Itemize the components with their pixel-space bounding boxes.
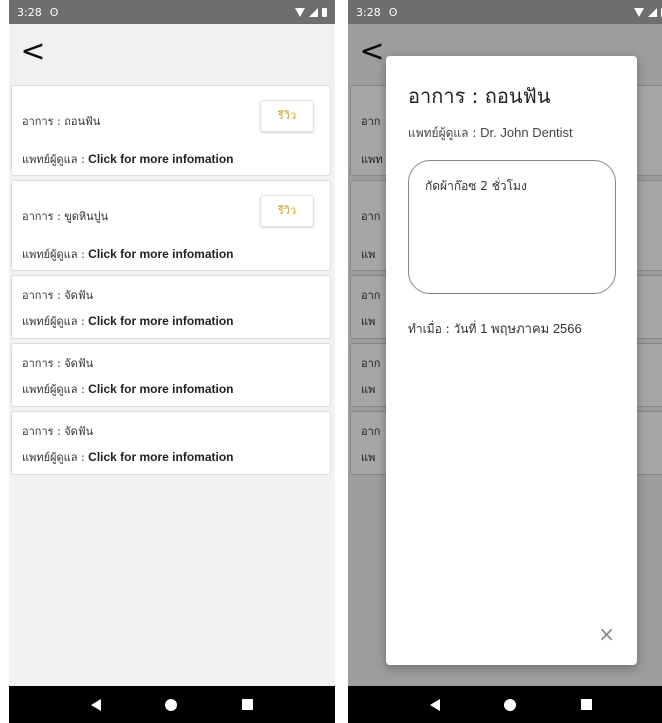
treatment-list: อาการ : ถอนฟัน รีวิว แพทย์ผู้ดูแล : Clic… (11, 85, 331, 479)
doctor-label: แพทย์ผู้ดูแล : (408, 126, 481, 140)
date-label: ทำเมื่อ : วันที่ (408, 322, 481, 336)
dialog-doctor: แพทย์ผู้ดูแล : Dr. John Dentist (408, 124, 573, 143)
treatment-card[interactable]: อาการ : ขูดหินปูน รีวิว แพทย์ผู้ดูแล : C… (11, 180, 331, 271)
symptom-text: อาการ : จัดฟัน (22, 425, 94, 438)
doctor-link[interactable]: Click for more infomation (88, 382, 233, 396)
symptom-text: อาการ : จัดฟัน (22, 357, 94, 370)
review-button[interactable]: รีวิว (260, 195, 314, 227)
sim-icon: ʘ (49, 5, 59, 19)
sim-icon: ʘ (388, 5, 398, 19)
doctor-label: แพทย์ผู้ดูแล : (22, 383, 89, 396)
wifi-icon (295, 7, 305, 17)
treatment-card[interactable]: อาการ : จัดฟัน แพทย์ผู้ดูแล : Click for … (11, 343, 331, 407)
nav-back-icon[interactable] (91, 698, 102, 711)
doctor-label: แพทย์ผู้ดูแล : (22, 153, 89, 166)
app-bar: < (9, 24, 335, 84)
battery-icon (322, 7, 327, 17)
status-bar: 3:28 ʘ (348, 0, 662, 24)
status-bar: 3:28 ʘ (9, 0, 335, 24)
doctor-line: แพทย์ผู้ดูแล : Click for more infomation (22, 150, 234, 168)
nav-back-icon[interactable] (430, 698, 441, 711)
nav-recents-icon[interactable] (580, 699, 592, 710)
symptom-text: อาการ : จัดฟัน (22, 289, 94, 302)
symptom-text: อาการ : ถอนฟัน (22, 115, 101, 128)
review-button[interactable]: รีวิว (260, 100, 314, 132)
nav-recents-icon[interactable] (241, 699, 253, 710)
doctor-label: แพทย์ผู้ดูแล : (22, 248, 89, 261)
doctor-line: แพทย์ผู้ดูแล : Click for more infomation (22, 380, 234, 398)
doctor-line: แพทย์ผู้ดูแล : Click for more infomation (22, 245, 234, 263)
signal-icon (648, 7, 657, 17)
treatment-card[interactable]: อาการ : จัดฟัน แพทย์ผู้ดูแล : Click for … (11, 411, 331, 475)
treatment-card[interactable]: อาการ : ถอนฟัน รีวิว แพทย์ผู้ดูแล : Clic… (11, 85, 331, 176)
doctor-name: Dr. John Dentist (480, 125, 573, 140)
nav-home-icon[interactable] (504, 698, 517, 711)
signal-icon (309, 7, 318, 17)
treatment-date: ทำเมื่อ : วันที่ 1 พฤษภาคม 2566 (408, 318, 582, 339)
status-time: 3:28 (356, 5, 381, 19)
treatment-detail-dialog: อาการ : ถอนฟัน แพทย์ผู้ดูแล : Dr. John D… (386, 56, 637, 665)
status-time: 3:28 (17, 5, 42, 19)
doctor-line: แพทย์ผู้ดูแล : Click for more infomation (22, 448, 234, 466)
doctor-link[interactable]: Click for more infomation (88, 314, 233, 328)
doctor-label: แพทย์ผู้ดูแล : (22, 315, 89, 328)
system-nav-bar (9, 686, 335, 723)
doctor-line: แพทย์ผู้ดูแล : Click for more infomation (22, 312, 234, 330)
nav-home-icon[interactable] (165, 698, 178, 711)
wifi-icon (634, 7, 644, 17)
doctor-link[interactable]: Click for more infomation (88, 247, 233, 261)
symptom-text: อาการ : ขูดหินปูน (22, 210, 109, 223)
system-nav-bar (348, 686, 662, 723)
date-value: 1 พฤษภาคม 2566 (480, 321, 582, 336)
history-screen: 3:28 ʘ < อาการ : ถอนฟัน รีวิว แพทย์ผู้ดู… (9, 0, 335, 723)
treatment-card[interactable]: อาการ : จัดฟัน แพทย์ผู้ดูแล : Click for … (11, 275, 331, 339)
doctor-link[interactable]: Click for more infomation (88, 450, 233, 464)
treatment-note: กัดผ้าก๊อซ 2 ชั่วโมง (408, 160, 616, 294)
doctor-link[interactable]: Click for more infomation (88, 152, 233, 166)
detail-dialog-screen: 3:28 ʘ < อาก แพท อาก แพ อาก แพ อาก แพ อา… (348, 0, 662, 723)
close-icon[interactable]: × (598, 624, 615, 644)
doctor-label: แพทย์ผู้ดูแล : (22, 451, 89, 464)
back-button[interactable]: < (15, 36, 51, 72)
dialog-title: อาการ : ถอนฟัน (408, 84, 551, 108)
